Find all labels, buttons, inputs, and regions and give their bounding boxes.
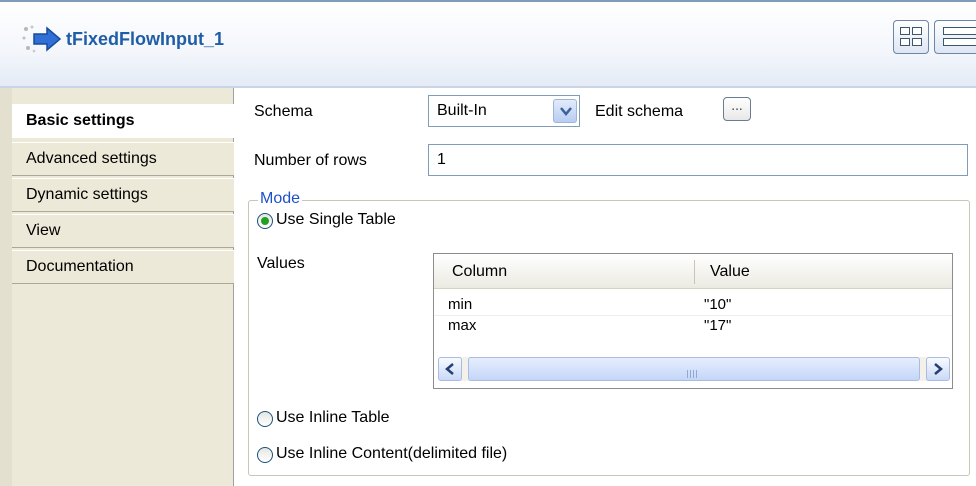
list-row-icon xyxy=(943,27,976,35)
values-table[interactable]: Column Value min "10" max "17" xyxy=(433,253,953,389)
sidebar-edge xyxy=(0,88,12,486)
tab-basic-settings[interactable]: Basic settings xyxy=(12,104,235,138)
value-header[interactable]: Value xyxy=(710,254,750,288)
cell-value[interactable]: "17" xyxy=(704,316,731,336)
scrollbar-thumb[interactable] xyxy=(468,357,920,381)
component-arrow-icon xyxy=(22,25,62,53)
tab-documentation[interactable]: Documentation xyxy=(12,250,234,284)
number-of-rows-input[interactable]: 1 xyxy=(428,144,968,176)
schema-label: Schema xyxy=(254,103,313,120)
cell-column[interactable]: max xyxy=(448,316,476,336)
chevron-down-icon[interactable] xyxy=(553,99,577,123)
grid-cell-icon xyxy=(900,27,910,35)
layout-grid-button[interactable] xyxy=(893,20,929,54)
use-inline-table-label[interactable]: Use Inline Table xyxy=(276,409,390,427)
values-label: Values xyxy=(257,255,305,272)
use-single-table-radio[interactable] xyxy=(257,213,273,229)
grid-cell-icon xyxy=(900,38,910,46)
list-row-icon xyxy=(943,38,976,46)
layout-list-button[interactable] xyxy=(934,20,976,54)
tab-dynamic-settings[interactable]: Dynamic settings xyxy=(12,178,234,212)
edit-schema-label: Edit schema xyxy=(595,103,684,120)
use-inline-content-label[interactable]: Use Inline Content(delimited file) xyxy=(276,445,507,463)
grip-icon xyxy=(687,366,701,378)
column-header[interactable]: Column xyxy=(452,254,507,288)
use-single-table-label[interactable]: Use Single Table xyxy=(276,211,396,229)
horizontal-scrollbar[interactable] xyxy=(438,357,950,381)
scroll-left-icon[interactable] xyxy=(438,357,462,381)
schema-select[interactable]: Built-In xyxy=(428,95,580,127)
schema-select-value: Built-In xyxy=(437,102,487,119)
tab-view[interactable]: View xyxy=(12,214,234,248)
row-divider xyxy=(434,315,952,316)
header-divider xyxy=(694,260,695,284)
grid-cell-icon xyxy=(912,38,922,46)
mode-legend: Mode xyxy=(258,190,303,208)
use-inline-content-radio[interactable] xyxy=(257,447,273,463)
scroll-right-icon[interactable] xyxy=(926,357,950,381)
rows-label: Number of rows xyxy=(254,152,367,169)
edit-schema-button[interactable]: ... xyxy=(723,97,751,121)
tab-advanced-settings[interactable]: Advanced settings xyxy=(12,142,234,176)
grid-cell-icon xyxy=(912,27,922,35)
cell-value[interactable]: "10" xyxy=(704,295,731,315)
component-title: tFixedFlowInput_1 xyxy=(66,29,225,49)
cell-column[interactable]: min xyxy=(448,295,472,315)
table-header xyxy=(434,254,952,289)
use-inline-table-radio[interactable] xyxy=(257,411,273,427)
